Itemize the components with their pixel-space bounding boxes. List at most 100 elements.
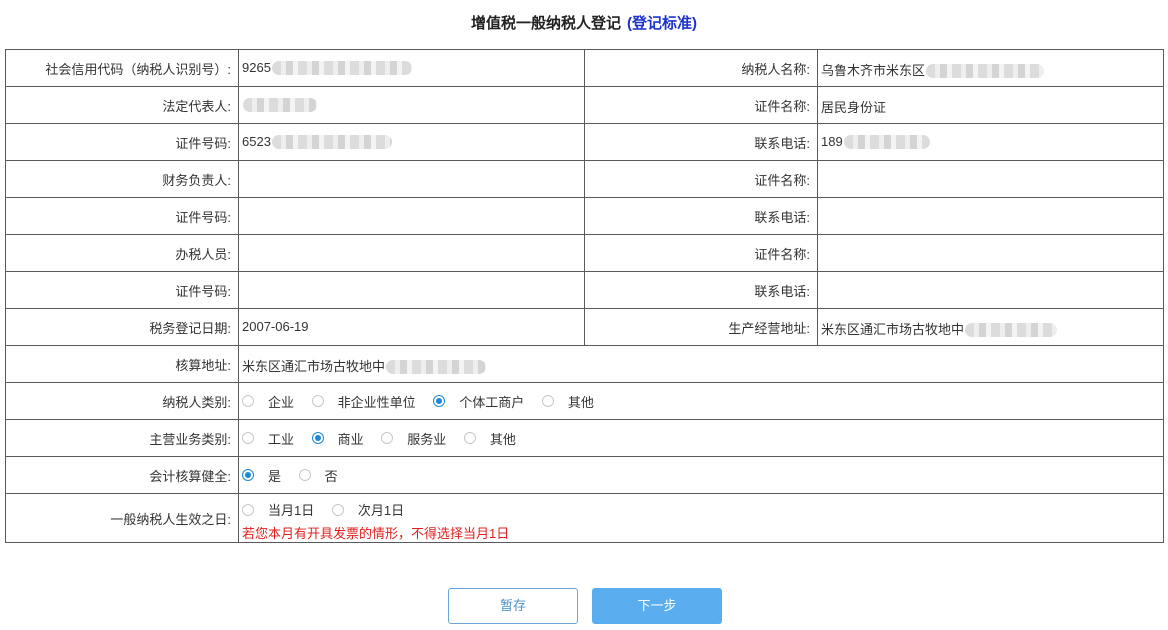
- finance-head-label: 财务负责人:: [5, 160, 239, 198]
- finance-id-type-value: [817, 160, 1164, 198]
- radio-label: 非企业性单位: [337, 394, 416, 410]
- taxpayer-type-radio-group: 企业 非企业性单位 个体工商户 其他: [238, 382, 1164, 420]
- business-type-label: 主营业务类别:: [5, 419, 239, 457]
- accounting-address-label: 核算地址:: [5, 345, 239, 383]
- table-row: 核算地址: 米东区通汇市场古牧地中: [5, 345, 1164, 383]
- effective-date-option-next-month[interactable]: 次月1日: [331, 500, 418, 519]
- finance-phone-value: [817, 197, 1164, 235]
- agent-id-type-label: 证件名称:: [584, 234, 818, 272]
- accounting-sound-option-yes[interactable]: 是: [242, 466, 295, 485]
- radio-button[interactable]: [311, 432, 324, 444]
- radio-label: 是: [268, 468, 282, 484]
- radio-button[interactable]: [463, 432, 476, 444]
- taxpayer-type-option-non-enterprise[interactable]: 非企业性单位: [311, 392, 430, 411]
- radio-button[interactable]: [242, 503, 254, 516]
- table-row: 财务负责人: 证件名称:: [5, 160, 1164, 198]
- legal-rep-label: 法定代表人:: [5, 86, 239, 124]
- radio-label: 个体工商户: [459, 394, 525, 410]
- legal-rep-id-type-label: 证件名称:: [584, 86, 818, 124]
- table-row: 会计核算健全: 是 否: [5, 456, 1164, 494]
- table-row: 办税人员: 证件名称:: [5, 234, 1164, 272]
- radio-label: 次月1日: [357, 503, 405, 518]
- table-row: 主营业务类别: 工业 商业 服务业 其他: [5, 419, 1164, 457]
- save-draft-button[interactable]: 暂存: [448, 588, 578, 624]
- registration-standard-link[interactable]: (登记标准): [627, 15, 697, 32]
- radio-label: 其他: [489, 431, 516, 447]
- radio-button[interactable]: [242, 395, 254, 407]
- redacted-mask: [843, 134, 930, 149]
- legal-rep-id-no-value: 6523: [242, 134, 271, 149]
- table-row: 法定代表人: 证件名称: 居民身份证: [5, 86, 1164, 124]
- agent-phone-label: 联系电话:: [584, 271, 818, 309]
- radio-button[interactable]: [381, 432, 394, 444]
- taxpayer-name-value: 乌鲁木齐市米东区: [821, 63, 926, 78]
- credit-code-label: 社会信用代码（纳税人识别号）:: [5, 49, 239, 87]
- legal-rep-id-no-label: 证件号码:: [5, 123, 239, 161]
- taxpayer-type-label: 纳税人类别:: [5, 382, 239, 420]
- finance-id-type-label: 证件名称:: [584, 160, 818, 198]
- accounting-sound-label: 会计核算健全:: [5, 456, 239, 494]
- business-type-option-service[interactable]: 服务业: [381, 429, 460, 448]
- taxpayer-type-option-individual[interactable]: 个体工商户: [433, 392, 538, 411]
- radio-button[interactable]: [242, 469, 254, 481]
- biz-address-value: 米东区通汇市场古牧地中: [821, 322, 965, 337]
- table-row: 纳税人类别: 企业 非企业性单位 个体工商户 其他: [5, 382, 1164, 420]
- radio-button[interactable]: [331, 503, 344, 516]
- table-row: 证件号码: 联系电话:: [5, 271, 1164, 309]
- biz-address-field: 米东区通汇市场古牧地中: [817, 308, 1164, 346]
- radio-button[interactable]: [242, 432, 254, 444]
- radio-label: 商业: [337, 431, 364, 447]
- accounting-sound-radio-group: 是 否: [238, 456, 1164, 494]
- reg-date-label: 税务登记日期:: [5, 308, 239, 346]
- redacted-mask: [386, 359, 487, 374]
- next-step-button[interactable]: 下一步: [592, 588, 722, 624]
- accounting-address-field: 米东区通汇市场古牧地中: [238, 345, 1164, 383]
- legal-rep-phone-label: 联系电话:: [584, 123, 818, 161]
- table-row: 税务登记日期: 2007-06-19 生产经营地址: 米东区通汇市场古牧地中: [5, 308, 1164, 346]
- radio-button[interactable]: [541, 395, 554, 407]
- legal-rep-id-no-field: 6523: [238, 123, 585, 161]
- agent-id-type-value: [817, 234, 1164, 272]
- radio-button[interactable]: [311, 395, 324, 407]
- radio-label: 企业: [268, 394, 295, 410]
- radio-button[interactable]: [433, 395, 446, 407]
- effective-date-label: 一般纳税人生效之日:: [5, 493, 239, 543]
- registration-form-table: 社会信用代码（纳税人识别号）: 9265 纳税人名称: 乌鲁木齐市米东区 法定代…: [5, 49, 1164, 543]
- table-row: 证件号码: 6523 联系电话: 189: [5, 123, 1164, 161]
- page-title-text: 增值税一般纳税人登记: [470, 15, 621, 32]
- table-row: 证件号码: 联系电话:: [5, 197, 1164, 235]
- legal-rep-field: [238, 86, 585, 124]
- agent-id-no-value: [238, 271, 585, 309]
- credit-code-value: 9265: [242, 60, 271, 75]
- radio-label: 工业: [268, 431, 295, 447]
- accounting-address-value: 米东区通汇市场古牧地中: [242, 359, 386, 374]
- radio-label: 否: [324, 468, 338, 484]
- business-type-option-commerce[interactable]: 商业: [311, 429, 378, 448]
- table-row: 一般纳税人生效之日: 当月1日 次月1日 若您本月有开具发票的情形，不得选择当月…: [5, 493, 1164, 543]
- tax-agent-label: 办税人员:: [5, 234, 239, 272]
- radio-button[interactable]: [298, 469, 311, 481]
- legal-rep-phone-value: 189: [821, 134, 843, 149]
- agent-phone-value: [817, 271, 1164, 309]
- biz-address-label: 生产经营地址:: [584, 308, 818, 346]
- redacted-mask: [965, 322, 1058, 337]
- legal-rep-id-type-value: 居民身份证: [817, 86, 1164, 124]
- business-type-option-other[interactable]: 其他: [463, 429, 530, 448]
- finance-id-no-value: [238, 197, 585, 235]
- legal-rep-phone-field: 189: [817, 123, 1164, 161]
- tax-agent-value: [238, 234, 585, 272]
- accounting-sound-option-no[interactable]: 否: [298, 466, 352, 485]
- table-row: 社会信用代码（纳税人识别号）: 9265 纳税人名称: 乌鲁木齐市米东区: [5, 49, 1164, 87]
- business-type-option-industry[interactable]: 工业: [242, 429, 308, 448]
- radio-label: 当月1日: [268, 503, 315, 518]
- radio-label: 服务业: [407, 431, 447, 447]
- redacted-mask: [271, 134, 392, 149]
- redacted-mask: [243, 97, 317, 112]
- redacted-mask: [926, 63, 1045, 78]
- credit-code-field: 9265: [238, 49, 585, 87]
- reg-date-value: 2007-06-19: [238, 308, 585, 346]
- taxpayer-type-option-enterprise[interactable]: 企业: [242, 392, 308, 411]
- taxpayer-type-option-other[interactable]: 其他: [541, 392, 608, 411]
- effective-date-option-this-month[interactable]: 当月1日: [242, 500, 328, 519]
- finance-phone-label: 联系电话:: [584, 197, 818, 235]
